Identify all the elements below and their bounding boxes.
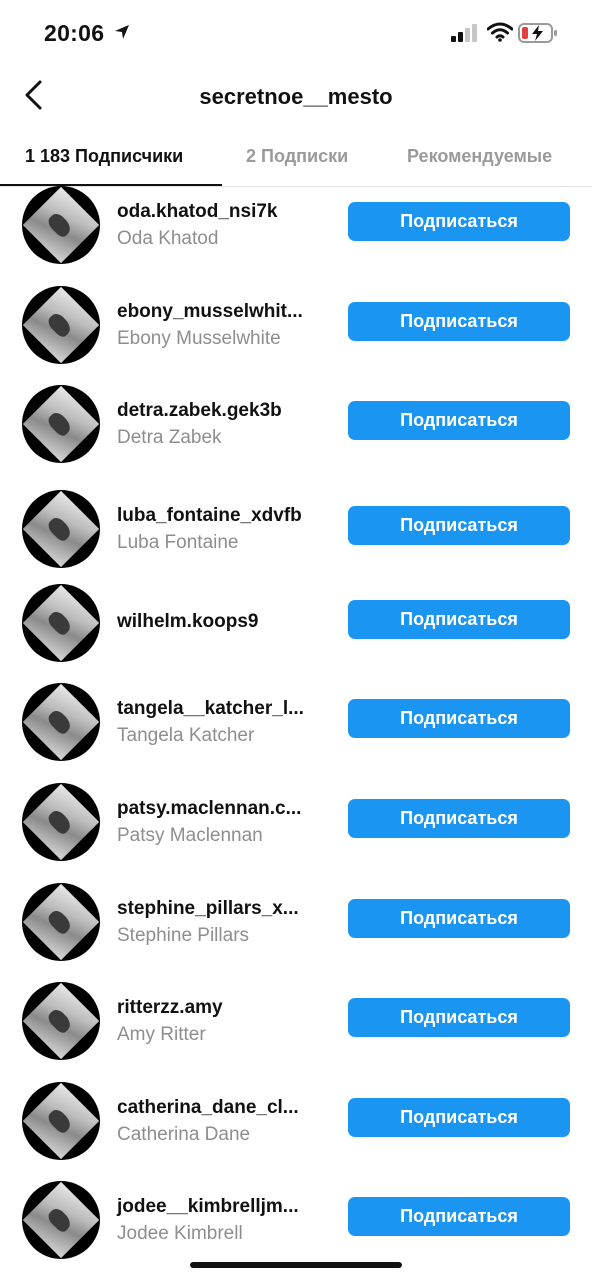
full-name: Tangela Katcher	[117, 725, 255, 746]
follow-button[interactable]: Подписаться	[348, 799, 570, 838]
list-item: ebony_musselwhit... Ebony Musselwhite По…	[0, 286, 592, 374]
full-name: Ebony Musselwhite	[117, 328, 281, 349]
full-name: Oda Khatod	[117, 228, 219, 249]
username[interactable]: ritterzz.amy	[117, 997, 223, 1019]
tab-suggested[interactable]: Рекомендуемые	[407, 146, 552, 167]
tab-followers[interactable]: 1 183 Подписчики	[25, 146, 183, 167]
username[interactable]: patsy.maclennan.c...	[117, 798, 301, 820]
avatar[interactable]	[22, 186, 100, 264]
list-item: detra.zabek.gek3b Detra Zabek Подписатьс…	[0, 385, 592, 473]
username[interactable]: oda.khatod_nsi7k	[117, 201, 278, 223]
list-item: patsy.maclennan.c... Patsy Maclennan Под…	[0, 783, 592, 871]
avatar[interactable]	[22, 490, 100, 568]
full-name: Amy Ritter	[117, 1024, 206, 1045]
avatar[interactable]	[22, 385, 100, 463]
list-item: ritterzz.amy Amy Ritter Подписаться	[0, 982, 592, 1070]
full-name: Jodee Kimbrell	[117, 1223, 243, 1244]
follow-button[interactable]: Подписаться	[348, 202, 570, 241]
avatar[interactable]	[22, 1082, 100, 1160]
location-arrow-icon	[114, 24, 130, 45]
tab-following[interactable]: 2 Подписки	[246, 146, 348, 167]
full-name: Luba Fontaine	[117, 532, 239, 553]
full-name: Patsy Maclennan	[117, 825, 263, 846]
username[interactable]: catherina_dane_cl...	[117, 1097, 299, 1119]
status-bar: 20:06	[0, 0, 592, 66]
avatar[interactable]	[22, 286, 100, 364]
full-name: Catherina Dane	[117, 1124, 251, 1145]
home-indicator[interactable]	[190, 1262, 402, 1268]
username[interactable]: jodee__kimbrelljm...	[117, 1196, 299, 1218]
follow-button[interactable]: Подписаться	[348, 401, 570, 440]
page-title: secretnoe__mesto	[199, 84, 393, 109]
follow-button[interactable]: Подписаться	[348, 302, 570, 341]
tab-bar: 1 183 Подписчики 2 Подписки Рекомендуемы…	[0, 130, 592, 187]
list-item: luba_fontaine_xdvfb Luba Fontaine Подпис…	[0, 490, 592, 578]
avatar[interactable]	[22, 883, 100, 961]
follow-button[interactable]: Подписаться	[348, 1197, 570, 1236]
follow-button[interactable]: Подписаться	[348, 600, 570, 639]
followers-list[interactable]: oda.khatod_nsi7k Oda Khatod Подписаться …	[0, 186, 592, 1280]
avatar[interactable]	[22, 584, 100, 662]
follow-button[interactable]: Подписаться	[348, 1098, 570, 1137]
list-item: catherina_dane_cl... Catherina Dane Подп…	[0, 1082, 592, 1170]
list-item: stephine_pillars_x... Stephine Pillars П…	[0, 883, 592, 971]
list-item: wilhelm.koops9 Подписаться	[0, 584, 592, 672]
cellular-signal-icon	[451, 24, 479, 47]
follow-button[interactable]: Подписаться	[348, 998, 570, 1037]
username[interactable]: luba_fontaine_xdvfb	[117, 505, 302, 527]
username[interactable]: ebony_musselwhit...	[117, 301, 303, 323]
full-name: Stephine Pillars	[117, 925, 250, 946]
list-item: jodee__kimbrelljm... Jodee Kimbrell Подп…	[0, 1181, 592, 1269]
full-name: Detra Zabek	[117, 427, 222, 448]
wifi-icon	[486, 22, 514, 47]
follow-button[interactable]: Подписаться	[348, 899, 570, 938]
avatar[interactable]	[22, 982, 100, 1060]
battery-charging-icon	[518, 22, 558, 49]
follow-button[interactable]: Подписаться	[348, 506, 570, 545]
list-item: tangela__katcher_l... Tangela Katcher По…	[0, 683, 592, 771]
status-time: 20:06	[44, 20, 105, 46]
avatar[interactable]	[22, 683, 100, 761]
username[interactable]: wilhelm.koops9	[117, 611, 258, 633]
username[interactable]: stephine_pillars_x...	[117, 898, 299, 920]
header: secretnoe__mesto	[0, 66, 592, 130]
username[interactable]: detra.zabek.gek3b	[117, 400, 282, 422]
username[interactable]: tangela__katcher_l...	[117, 698, 304, 720]
avatar[interactable]	[22, 1181, 100, 1259]
follow-button[interactable]: Подписаться	[348, 699, 570, 738]
avatar[interactable]	[22, 783, 100, 861]
list-item: oda.khatod_nsi7k Oda Khatod Подписаться	[0, 186, 592, 274]
